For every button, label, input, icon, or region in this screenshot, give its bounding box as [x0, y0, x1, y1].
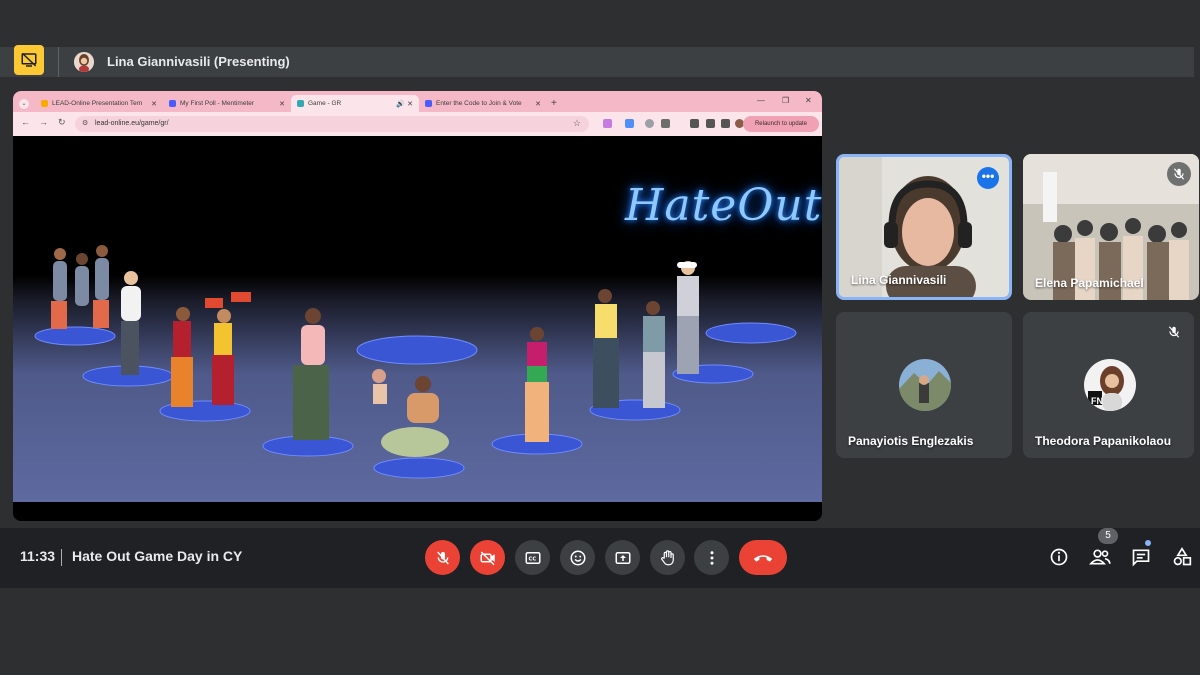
bar-divider — [58, 47, 59, 77]
browser-tab-active[interactable]: Game - GR 🔊 ✕ — [291, 95, 419, 112]
participant-tile[interactable]: Panayiotis Englezakis — [836, 312, 1012, 458]
avatar-badge-text: FN — [1091, 396, 1103, 406]
hang-up-icon — [753, 554, 773, 562]
present-screen-icon — [615, 551, 630, 564]
stop-presenting-button[interactable] — [14, 45, 44, 75]
meeting-details-button[interactable] — [1047, 545, 1071, 569]
close-window-icon[interactable]: ✕ — [805, 96, 812, 105]
bookmark-star-icon[interactable]: ☆ — [573, 118, 581, 129]
present-screen-off-icon — [21, 52, 37, 67]
extensions-puzzle-icon[interactable] — [661, 119, 670, 128]
camera-toggle-button[interactable] — [470, 540, 505, 575]
browser-tabbar: ⌄ LEAD-Online Presentation Tem ✕ My Firs… — [13, 91, 822, 112]
download-icon[interactable] — [706, 119, 715, 128]
participant-name: Lina Giannivasili — [851, 273, 947, 287]
new-tab-icon[interactable]: + — [551, 98, 557, 109]
participant-avatar — [899, 359, 951, 411]
participant-tile[interactable]: FN Theodora Papanikolaou — [1023, 312, 1194, 458]
url-input[interactable]: ⚙ lead-online.eu/game/gr/ ☆ — [75, 116, 589, 132]
people-icon — [1089, 549, 1111, 565]
tab-label: LEAD-Online Presentation Tem — [52, 100, 143, 107]
clock-time: 11:33 — [20, 548, 56, 564]
divider — [61, 549, 62, 566]
activities-shapes-icon — [1173, 547, 1192, 566]
relaunch-button[interactable]: Relaunch to update — [743, 116, 819, 132]
address-bar-row: ← → ↻ ⚙ lead-online.eu/game/gr/ ☆ Relaun… — [13, 112, 822, 136]
info-icon — [1050, 548, 1068, 566]
svg-text:CC: CC — [528, 556, 536, 562]
people-count-badge: 5 — [1098, 528, 1118, 544]
browser-tab[interactable]: My First Poll - Mentimeter ✕ — [163, 95, 291, 112]
people-button[interactable] — [1088, 545, 1112, 569]
extension-pen-icon[interactable] — [603, 119, 612, 128]
present-now-button[interactable] — [605, 540, 640, 575]
reactions-button[interactable] — [560, 540, 595, 575]
raise-hand-button[interactable] — [650, 540, 685, 575]
participant-name: Panayiotis Englezakis — [848, 434, 974, 448]
tab-label: Enter the Code to Join & Vote — [436, 100, 522, 107]
meeting-title: Hate Out Game Day in CY — [72, 548, 243, 564]
presenter-avatar — [74, 52, 94, 72]
site-info-icon[interactable]: ⚙ — [82, 119, 88, 127]
url-text: lead-online.eu/game/gr/ — [95, 120, 169, 127]
tab-close-icon[interactable]: ✕ — [151, 100, 157, 108]
forward-icon[interactable]: → — [39, 117, 48, 127]
more-options-button[interactable] — [694, 540, 729, 575]
presenter-name: Lina Giannivasili (Presenting) — [107, 54, 290, 69]
tab-label: Game - GR — [308, 100, 342, 107]
shared-screen: ⌄ LEAD-Online Presentation Tem ✕ My Firs… — [13, 91, 822, 521]
participant-tile[interactable]: Elena Papamichael — [1023, 154, 1199, 300]
presenter-bar: Lina Giannivasili (Presenting) — [0, 45, 1194, 77]
bottom-control-bar: 11:33 Hate Out Game Day in CY CC 5 — [0, 528, 1200, 588]
minimize-icon[interactable]: — — [757, 96, 765, 105]
leave-call-button[interactable] — [739, 540, 787, 575]
tab-favicon-icon — [41, 100, 48, 107]
participant-name: Elena Papamichael — [1035, 276, 1144, 290]
game-canvas[interactable]: HateOut! — [13, 136, 822, 502]
playlist-icon[interactable] — [690, 119, 699, 128]
tab-close-icon[interactable]: ✕ — [535, 100, 541, 108]
muted-mic-icon — [1162, 320, 1186, 344]
browser-tab[interactable]: LEAD-Online Presentation Tem ✕ — [35, 95, 163, 112]
browser-tab[interactable]: Enter the Code to Join & Vote ✕ — [419, 95, 547, 112]
mic-toggle-button[interactable] — [425, 540, 460, 575]
reload-icon[interactable]: ↻ — [58, 117, 66, 128]
tab-close-icon[interactable]: ✕ — [279, 100, 285, 108]
camera-off-icon — [480, 550, 495, 565]
tab-close-icon[interactable]: 🔊 — [396, 100, 405, 108]
tab-favicon-icon — [425, 100, 432, 107]
participant-tile[interactable]: ••• Lina Giannivasili — [836, 154, 1012, 300]
activities-button[interactable] — [1170, 545, 1194, 569]
captions-button[interactable]: CC — [515, 540, 550, 575]
emoji-icon — [570, 550, 585, 565]
closed-captions-icon: CC — [525, 551, 540, 564]
extension-icon[interactable] — [625, 119, 634, 128]
game-logo: HateOut! — [625, 180, 822, 231]
chat-button[interactable] — [1129, 545, 1153, 569]
participant-name: Theodora Papanikolaou — [1035, 434, 1172, 448]
mic-off-icon — [436, 551, 449, 564]
tab-favicon-icon — [169, 100, 176, 107]
tab-close-icon[interactable]: ✕ — [407, 100, 413, 108]
maximize-icon[interactable]: ❐ — [782, 96, 789, 105]
sidepanel-icon[interactable] — [721, 119, 730, 128]
chat-icon — [1132, 549, 1150, 567]
hand-icon — [660, 549, 674, 565]
tab-label: My First Poll - Mentimeter — [180, 100, 255, 107]
extension-icon[interactable] — [645, 119, 654, 128]
tab-search-button[interactable]: ⌄ — [19, 98, 29, 109]
back-icon[interactable]: ← — [21, 117, 30, 127]
meet-window: Lina Giannivasili (Presenting) ⌄ LEAD-On… — [0, 0, 1200, 675]
more-options-icon[interactable]: ••• — [977, 167, 999, 189]
more-vert-icon — [710, 550, 713, 565]
muted-mic-icon — [1167, 162, 1191, 186]
tab-favicon-icon — [297, 100, 304, 107]
